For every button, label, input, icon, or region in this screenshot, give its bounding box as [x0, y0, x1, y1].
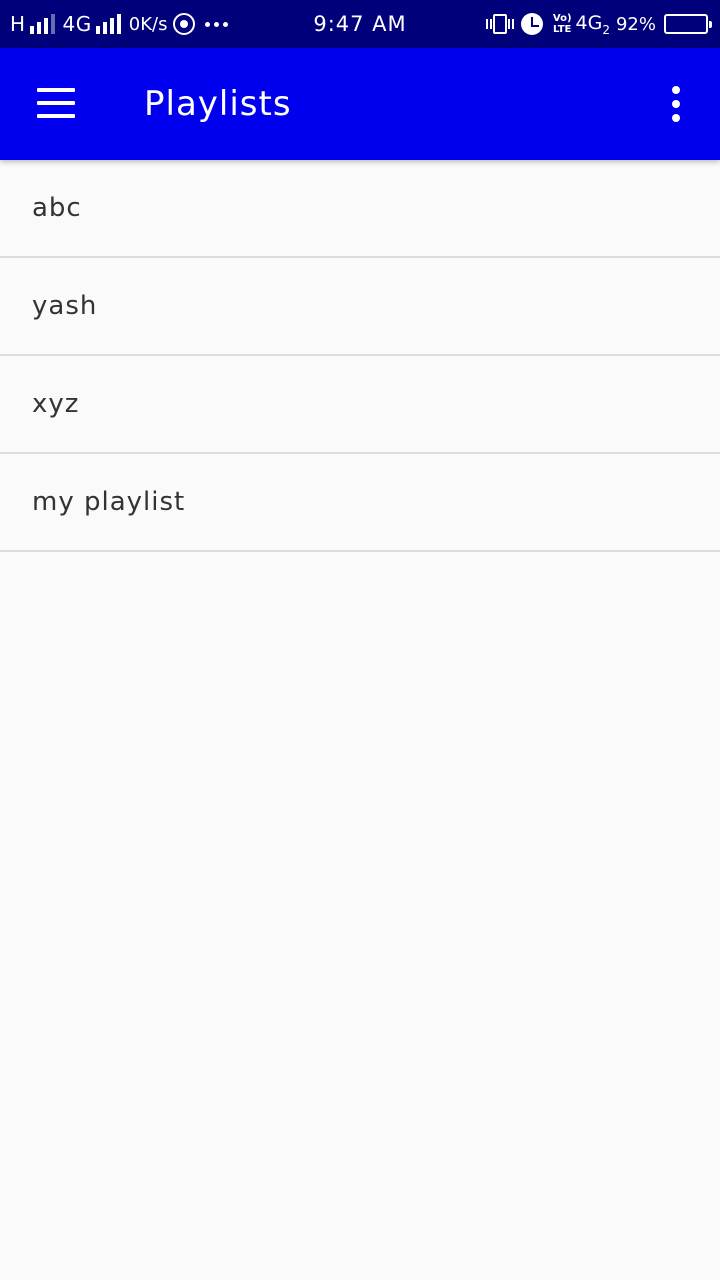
- page-title: Playlists: [144, 84, 292, 124]
- playlist-name: my playlist: [32, 487, 186, 517]
- playlist-name: abc: [32, 193, 82, 223]
- list-item[interactable]: yash: [0, 258, 720, 356]
- sim-index: 2: [602, 22, 610, 37]
- network-type-4g-sim2: 4G2: [576, 12, 610, 37]
- alarm-icon: [520, 13, 543, 35]
- volte-top: Vo): [552, 13, 572, 24]
- battery-icon: [664, 14, 712, 34]
- menu-icon[interactable]: [37, 88, 75, 118]
- list-item[interactable]: my playlist: [0, 454, 720, 552]
- status-bar-right: Vo) LTE 4G2 92%: [485, 0, 712, 48]
- list-item[interactable]: xyz: [0, 356, 720, 454]
- app-bar: Playlists: [0, 48, 720, 160]
- volte-indicator: Vo) LTE: [553, 13, 572, 35]
- screen: H 4G 0K/s 9:47 AM Vo) LTE 4G2 92% Playli…: [0, 0, 720, 1280]
- playlist-list: abc yash xyz my playlist: [0, 160, 720, 552]
- volte-bottom: LTE: [553, 24, 572, 35]
- playlist-name: xyz: [32, 389, 80, 419]
- status-bar: H 4G 0K/s 9:47 AM Vo) LTE 4G2 92%: [0, 0, 720, 48]
- playlist-name: yash: [32, 291, 98, 321]
- list-item[interactable]: abc: [0, 160, 720, 258]
- network-4g2-label: 4G: [575, 11, 603, 34]
- overflow-menu-icon[interactable]: [664, 86, 688, 122]
- vibrate-icon: [485, 14, 514, 34]
- battery-percent: 92%: [615, 13, 656, 35]
